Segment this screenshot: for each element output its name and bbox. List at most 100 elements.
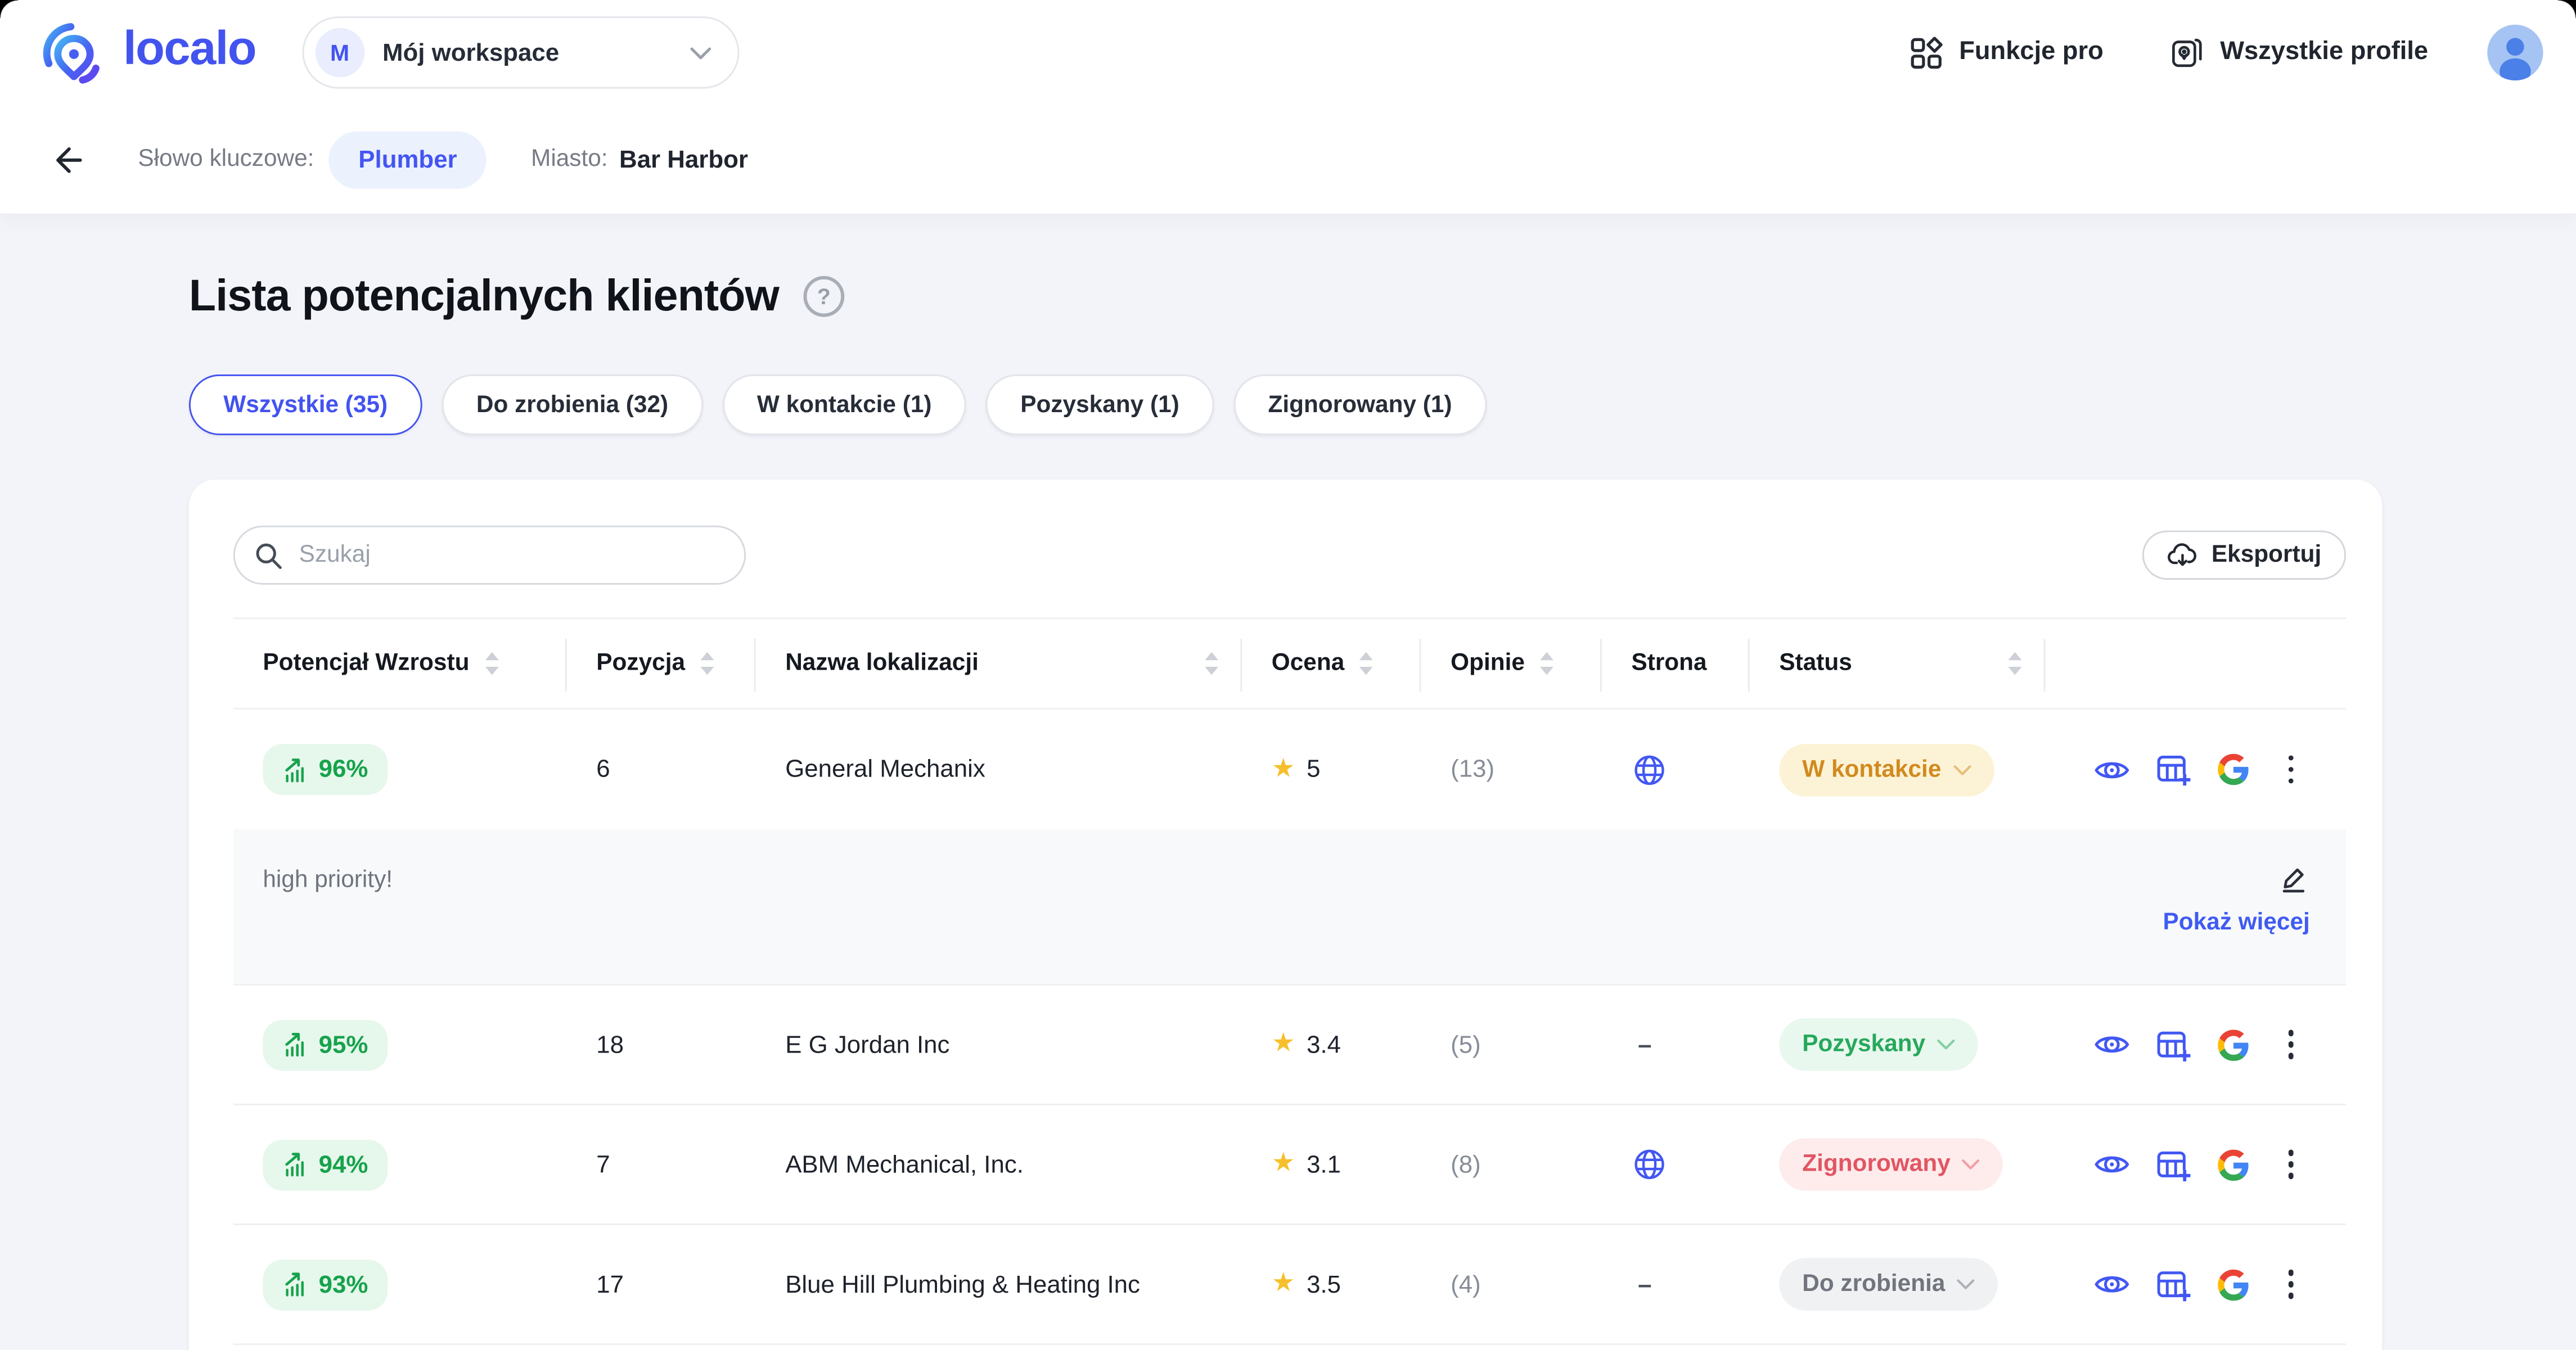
search-icon bbox=[255, 541, 283, 569]
all-profiles-icon bbox=[2169, 35, 2204, 70]
logo[interactable]: localo bbox=[39, 18, 256, 87]
add-to-table-icon[interactable] bbox=[2155, 752, 2192, 787]
tab-label: Zignorowany (1) bbox=[1268, 392, 1452, 418]
growth-value: 94% bbox=[319, 1150, 368, 1179]
website-globe-icon[interactable] bbox=[1631, 1146, 1667, 1182]
preview-eye-icon[interactable] bbox=[2092, 753, 2130, 785]
chevron-down-icon bbox=[690, 45, 711, 60]
table-body: 96% 6 General Mechanix ★ 5 (13) W kontak… bbox=[233, 710, 2346, 1345]
column-header[interactable]: Nazwa lokalizacji bbox=[756, 619, 1242, 708]
export-label: Eksportuj bbox=[2212, 542, 2321, 568]
status-filter-tab[interactable]: Pozyskany (1) bbox=[986, 374, 1214, 435]
all-profiles-link[interactable]: Wszystkie profile bbox=[2169, 35, 2428, 70]
sort-icon[interactable] bbox=[2007, 652, 2022, 675]
more-options-icon[interactable] bbox=[2281, 752, 2300, 787]
growth-badge: 95% bbox=[263, 1019, 388, 1070]
add-to-table-icon[interactable] bbox=[2155, 1267, 2192, 1301]
location-name: ABM Mechanical, Inc. bbox=[785, 1150, 1024, 1179]
growth-cell: 94% bbox=[233, 1139, 567, 1190]
growth-chart-icon bbox=[282, 1031, 307, 1058]
column-header[interactable]: Ocena bbox=[1242, 619, 1421, 708]
tab-label: Pozyskany (1) bbox=[1020, 392, 1179, 418]
table-row: 95% 18 E G Jordan Inc ★ 3.4 (5) – Pozysk… bbox=[233, 986, 2346, 1105]
sort-icon[interactable] bbox=[1539, 652, 1554, 675]
status-filter-tab[interactable]: Zignorowany (1) bbox=[1233, 374, 1487, 435]
logo-text: localo bbox=[123, 25, 256, 79]
edit-note-icon[interactable] bbox=[2277, 862, 2309, 895]
website-cell: – bbox=[1602, 1031, 1750, 1059]
pro-features-link[interactable]: Funkcje pro bbox=[1908, 35, 2104, 70]
person-icon bbox=[2487, 25, 2543, 80]
status-badge[interactable]: Zignorowany bbox=[1779, 1138, 2003, 1190]
workspace-selector[interactable]: M Mój workspace bbox=[302, 16, 739, 89]
growth-badge: 96% bbox=[263, 744, 388, 795]
position-value: 7 bbox=[596, 1150, 610, 1179]
add-to-table-icon[interactable] bbox=[2155, 1147, 2192, 1181]
more-options-icon[interactable] bbox=[2281, 1147, 2300, 1182]
top-right-nav: Funkcje pro Wszystkie profile bbox=[1908, 25, 2543, 80]
city-value: Bar Harbor bbox=[619, 146, 748, 174]
preview-eye-icon[interactable] bbox=[2092, 1148, 2130, 1181]
no-website-dash: – bbox=[1638, 1031, 1651, 1059]
star-icon: ★ bbox=[1272, 1031, 1295, 1058]
column-header[interactable]: Strona bbox=[1602, 619, 1750, 708]
status-filter-tab[interactable]: Wszystkie (35) bbox=[189, 374, 422, 435]
more-options-icon[interactable] bbox=[2281, 1027, 2300, 1062]
status-badge[interactable]: Do zrobienia bbox=[1779, 1258, 1998, 1310]
google-icon[interactable] bbox=[2217, 1029, 2248, 1060]
app-window: localo M Mój workspace Funkcje pro bbox=[0, 0, 2576, 1350]
sort-icon[interactable] bbox=[700, 652, 714, 675]
google-icon[interactable] bbox=[2217, 1149, 2248, 1180]
reviews-count: (8) bbox=[1451, 1150, 1481, 1179]
growth-cell: 93% bbox=[233, 1259, 567, 1310]
back-button[interactable] bbox=[46, 139, 85, 179]
column-header[interactable]: Potencjał Wzrostu bbox=[233, 619, 567, 708]
status-filter-tab[interactable]: Do zrobienia (32) bbox=[442, 374, 703, 435]
chevron-down-icon bbox=[1953, 763, 1971, 776]
rating-value: 3.5 bbox=[1307, 1270, 1341, 1298]
status-badge[interactable]: W kontakcie bbox=[1779, 743, 1993, 796]
website-cell bbox=[1602, 751, 1750, 787]
preview-eye-icon[interactable] bbox=[2092, 1268, 2130, 1301]
column-header-label: Nazwa lokalizacji bbox=[785, 651, 979, 677]
reviews-count: (5) bbox=[1451, 1031, 1481, 1059]
actions-cell bbox=[2046, 752, 2347, 787]
user-avatar[interactable] bbox=[2487, 25, 2543, 80]
column-header-label: Opinie bbox=[1451, 651, 1525, 677]
more-options-icon[interactable] bbox=[2281, 1267, 2300, 1302]
status-badge[interactable]: Pozyskany bbox=[1779, 1018, 1978, 1071]
preview-eye-icon[interactable] bbox=[2092, 1028, 2130, 1060]
search-input[interactable] bbox=[296, 540, 724, 570]
main-content: Lista potencjalnych klientów ? Wszystkie… bbox=[0, 271, 2576, 1350]
keyword-chip[interactable]: Plumber bbox=[329, 130, 487, 188]
google-icon[interactable] bbox=[2217, 754, 2248, 785]
status-filter-tab[interactable]: W kontakcie (1) bbox=[723, 374, 966, 435]
table-row: 93% 17 Blue Hill Plumbing & Heating Inc … bbox=[233, 1225, 2346, 1345]
position-cell: 17 bbox=[567, 1270, 756, 1298]
actions-cell bbox=[2046, 1267, 2347, 1302]
city-label: Miasto: bbox=[531, 146, 608, 173]
search-box[interactable] bbox=[233, 526, 746, 585]
leads-card: Eksportuj Potencjał Wzrostu Pozycja Nazw… bbox=[189, 480, 2382, 1350]
sort-icon[interactable] bbox=[1204, 652, 1219, 675]
no-website-dash: – bbox=[1638, 1270, 1651, 1298]
sort-icon[interactable] bbox=[1359, 652, 1374, 675]
website-globe-icon[interactable] bbox=[1631, 751, 1667, 787]
show-more-link[interactable]: Pokaż więcej bbox=[2163, 910, 2309, 936]
sort-icon[interactable] bbox=[484, 652, 499, 675]
cloud-download-icon bbox=[2167, 542, 2198, 568]
google-icon[interactable] bbox=[2217, 1268, 2248, 1299]
help-icon[interactable]: ? bbox=[802, 274, 846, 319]
column-header[interactable]: Pozycja bbox=[567, 619, 756, 708]
tab-label: Wszystkie (35) bbox=[223, 392, 388, 418]
export-button[interactable]: Eksportuj bbox=[2142, 530, 2346, 580]
add-to-table-icon[interactable] bbox=[2155, 1027, 2192, 1062]
leads-table: Potencjał Wzrostu Pozycja Nazwa lokaliza… bbox=[233, 617, 2346, 1345]
reviews-cell: (13) bbox=[1421, 756, 1602, 784]
table-row: 96% 6 General Mechanix ★ 5 (13) W kontak… bbox=[233, 710, 2346, 829]
column-header[interactable]: Status bbox=[1750, 619, 2046, 708]
reviews-cell: (5) bbox=[1421, 1031, 1602, 1059]
filter-bar: Słowo kluczowe: Plumber Miasto: Bar Harb… bbox=[0, 105, 2576, 214]
column-header[interactable]: Opinie bbox=[1421, 619, 1602, 708]
pro-features-label: Funkcje pro bbox=[1959, 38, 2104, 67]
